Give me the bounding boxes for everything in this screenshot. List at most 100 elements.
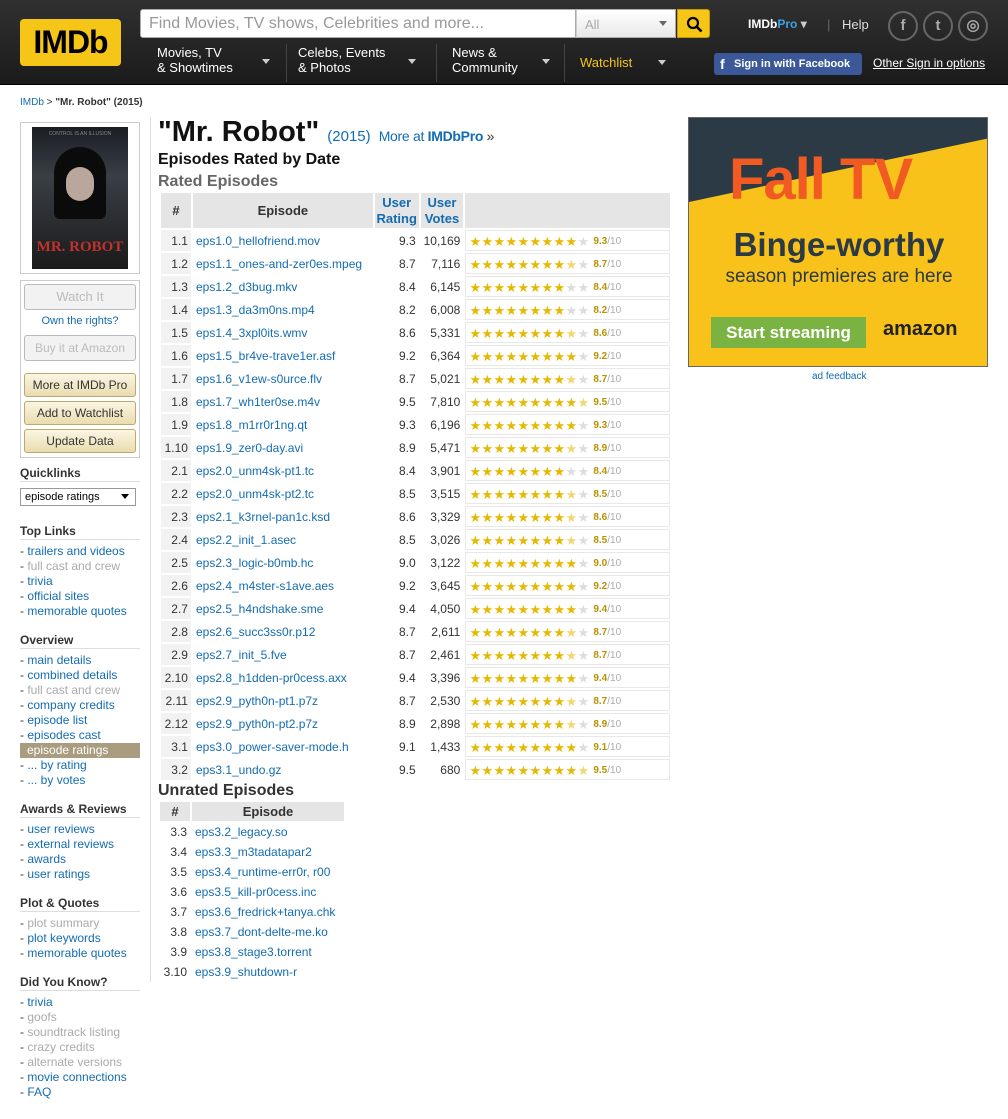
star-icon[interactable]: ★ bbox=[565, 281, 578, 294]
star-icon[interactable]: ★ bbox=[505, 626, 518, 639]
star-icon[interactable]: ★ bbox=[565, 304, 578, 317]
star-icon[interactable]: ★ bbox=[577, 304, 590, 317]
star-icon[interactable]: ★ bbox=[529, 511, 542, 524]
star-icon[interactable]: ★ bbox=[529, 258, 542, 271]
star-icon[interactable]: ★ bbox=[505, 718, 518, 731]
star-icon[interactable]: ★ bbox=[469, 534, 482, 547]
star-icon[interactable]: ★ bbox=[529, 396, 542, 409]
episode-link[interactable]: eps2.2_init_1.asec bbox=[196, 533, 296, 547]
star-icon[interactable]: ★ bbox=[493, 511, 506, 524]
star-icon[interactable]: ★ bbox=[517, 511, 530, 524]
star-icon[interactable]: ★ bbox=[553, 741, 566, 754]
star-icon[interactable]: ★ bbox=[529, 649, 542, 662]
star-icon[interactable]: ★ bbox=[505, 695, 518, 708]
star-icon[interactable]: ★ bbox=[517, 373, 530, 386]
sidebar-link[interactable]: - trailers and videos bbox=[20, 544, 140, 559]
star-icon[interactable]: ★ bbox=[565, 396, 578, 409]
star-icon[interactable]: ★ bbox=[541, 672, 554, 685]
imdbpro-menu[interactable]: IMDbPro ▾ bbox=[748, 17, 807, 31]
sidebar-link[interactable]: - external reviews bbox=[20, 837, 140, 852]
star-icon[interactable]: ★ bbox=[565, 326, 578, 340]
star-icon[interactable]: ★ bbox=[577, 649, 590, 662]
star-icon[interactable]: ★ bbox=[469, 396, 482, 409]
star-icon[interactable]: ★ bbox=[529, 373, 542, 386]
star-icon[interactable]: ★ bbox=[577, 281, 590, 294]
star-icon[interactable]: ★ bbox=[493, 235, 506, 248]
star-icon[interactable]: ★ bbox=[493, 465, 506, 478]
star-icon[interactable]: ★ bbox=[493, 373, 506, 386]
star-icon[interactable]: ★ bbox=[577, 718, 590, 731]
star-icon[interactable]: ★ bbox=[493, 603, 506, 616]
star-icon[interactable]: ★ bbox=[517, 488, 530, 501]
star-icon[interactable]: ★ bbox=[481, 718, 494, 731]
star-icon[interactable]: ★ bbox=[493, 695, 506, 708]
star-icon[interactable]: ★ bbox=[565, 603, 578, 616]
sidebar-link[interactable]: - ... by rating bbox=[20, 758, 140, 773]
star-icon[interactable]: ★ bbox=[469, 281, 482, 294]
twitter-icon[interactable]: t bbox=[923, 11, 953, 41]
star-icon[interactable]: ★ bbox=[493, 718, 506, 731]
star-icon[interactable]: ★ bbox=[553, 695, 566, 708]
star-icon[interactable]: ★ bbox=[481, 442, 494, 455]
sidebar-link[interactable]: - plot summary bbox=[20, 916, 140, 931]
sidebar-link[interactable]: - plot keywords bbox=[20, 931, 140, 946]
episode-link[interactable]: eps2.1_k3rnel-pan1c.ksd bbox=[196, 510, 330, 524]
star-icon[interactable]: ★ bbox=[553, 764, 566, 777]
breadcrumb-home[interactable]: IMDb bbox=[20, 97, 44, 108]
star-icon[interactable]: ★ bbox=[517, 695, 530, 708]
star-icon[interactable]: ★ bbox=[529, 281, 542, 294]
star-icon[interactable]: ★ bbox=[517, 350, 530, 363]
star-icon[interactable]: ★ bbox=[529, 442, 542, 455]
star-icon[interactable]: ★ bbox=[505, 281, 518, 294]
star-icon[interactable]: ★ bbox=[493, 281, 506, 294]
star-icon[interactable]: ★ bbox=[469, 350, 482, 363]
star-icon[interactable]: ★ bbox=[541, 649, 554, 662]
star-icon[interactable]: ★ bbox=[517, 442, 530, 455]
episode-link[interactable]: eps1.4_3xpl0its.wmv bbox=[196, 326, 307, 340]
star-icon[interactable]: ★ bbox=[529, 626, 542, 639]
star-icon[interactable]: ★ bbox=[565, 672, 578, 685]
star-icon[interactable]: ★ bbox=[541, 741, 554, 754]
star-icon[interactable]: ★ bbox=[529, 488, 542, 501]
sidebar-link[interactable]: - trivia bbox=[20, 995, 140, 1010]
star-icon[interactable]: ★ bbox=[577, 695, 590, 708]
star-icon[interactable]: ★ bbox=[517, 741, 530, 754]
star-icon[interactable]: ★ bbox=[541, 603, 554, 616]
star-icon[interactable]: ★ bbox=[517, 304, 530, 317]
episode-link[interactable]: eps3.4_runtime-err0r, r00 bbox=[195, 865, 330, 879]
episode-link[interactable]: eps2.8_h1dden-pr0cess.axx bbox=[196, 671, 347, 685]
star-icon[interactable]: ★ bbox=[469, 442, 482, 455]
star-icon[interactable]: ★ bbox=[529, 235, 542, 248]
star-icon[interactable]: ★ bbox=[541, 304, 554, 317]
sidebar-link[interactable]: - soundtrack listing bbox=[20, 1025, 140, 1040]
star-icon[interactable]: ★ bbox=[577, 603, 590, 616]
star-icon[interactable]: ★ bbox=[493, 672, 506, 685]
star-icon[interactable]: ★ bbox=[553, 649, 566, 662]
sidebar-link[interactable]: - ... by votes bbox=[20, 773, 140, 788]
ad-cta-button[interactable]: Start streaming bbox=[711, 317, 866, 348]
episode-link[interactable]: eps3.0_power-saver-mode.h bbox=[196, 740, 349, 754]
sidebar-link[interactable]: - main details bbox=[20, 653, 140, 668]
episode-link[interactable]: eps1.1_ones-and-zer0es.mpeg bbox=[196, 257, 362, 271]
star-icon[interactable]: ★ bbox=[553, 442, 566, 455]
star-icon[interactable]: ★ bbox=[481, 419, 494, 432]
star-icon[interactable]: ★ bbox=[481, 258, 494, 271]
episode-link[interactable]: eps1.6_v1ew-s0urce.flv bbox=[196, 372, 322, 386]
star-icon[interactable]: ★ bbox=[481, 488, 494, 501]
star-icon[interactable]: ★ bbox=[577, 488, 590, 501]
star-icon[interactable]: ★ bbox=[541, 534, 554, 547]
star-icon[interactable]: ★ bbox=[481, 304, 494, 317]
star-rating-widget[interactable]: ★★★★★★★★★★ 9.4/10 bbox=[465, 598, 670, 619]
star-icon[interactable]: ★ bbox=[481, 557, 494, 570]
star-icon[interactable]: ★ bbox=[481, 281, 494, 294]
star-icon[interactable]: ★ bbox=[541, 580, 554, 593]
star-icon[interactable]: ★ bbox=[469, 603, 482, 616]
star-icon[interactable]: ★ bbox=[553, 603, 566, 616]
sidebar-link[interactable]: - official sites bbox=[20, 589, 140, 604]
star-icon[interactable]: ★ bbox=[577, 763, 590, 777]
star-icon[interactable]: ★ bbox=[541, 373, 554, 386]
star-rating-widget[interactable]: ★★★★★★★★★★ 9.2/10 bbox=[465, 575, 670, 596]
star-icon[interactable]: ★ bbox=[469, 672, 482, 685]
star-icon[interactable]: ★ bbox=[529, 695, 542, 708]
sidebar-link[interactable]: - full cast and crew bbox=[20, 559, 140, 574]
